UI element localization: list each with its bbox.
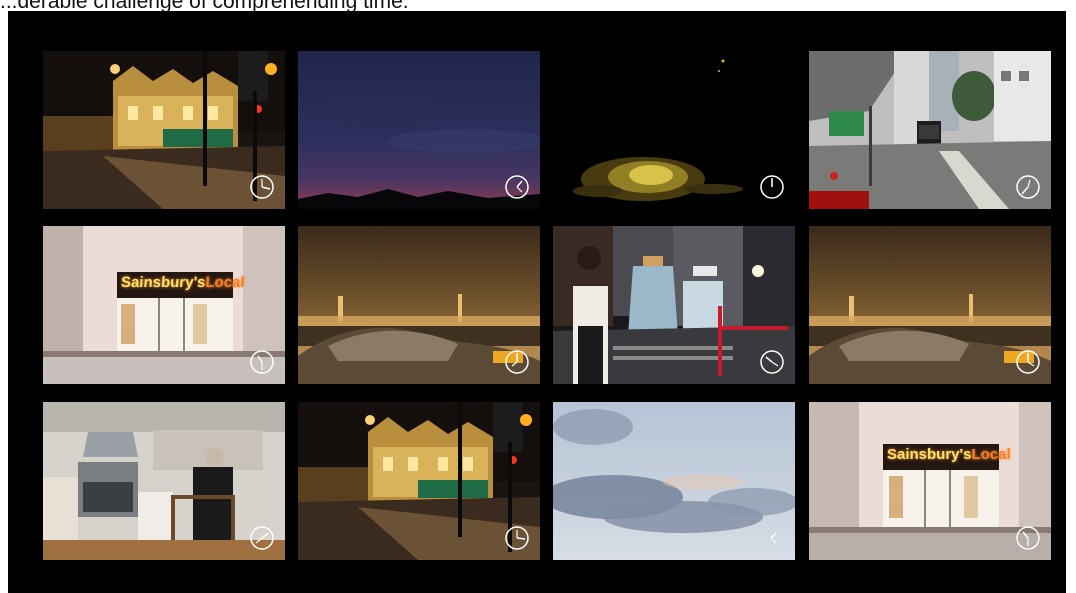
store-sign-brand: Sainsbury's [120, 274, 207, 291]
tile-night-street-pedestrian[interactable] [553, 226, 795, 384]
tile-night-street-pub[interactable] [298, 402, 540, 560]
clock-icon [759, 174, 785, 200]
tile-night-street-pub[interactable] [43, 51, 285, 209]
clock-icon [1015, 349, 1041, 375]
tile-sainsburys-local-storefront[interactable]: Sainsbury'sLocal [809, 402, 1051, 560]
tile-dusk-sky[interactable] [298, 51, 540, 209]
clock-icon [759, 349, 785, 375]
clock-icon [759, 525, 785, 551]
clock-icon [249, 349, 275, 375]
store-sign: Sainsbury'sLocal [887, 446, 1011, 463]
video-grid: Sainsbury'sLocal Sainsbury'sLocal [8, 11, 1066, 593]
store-sign: Sainsbury'sLocal [120, 274, 245, 291]
tile-harbour-skyline-night[interactable] [809, 226, 1051, 384]
clock-icon [504, 174, 530, 200]
tile-hong-kong-tram-street[interactable] [809, 51, 1051, 209]
tile-sainsburys-local-storefront[interactable]: Sainsbury'sLocal [43, 226, 285, 384]
clock-icon [249, 174, 275, 200]
clock-icon [249, 525, 275, 551]
tile-harbour-skyline-night[interactable] [298, 226, 540, 384]
clock-icon [504, 349, 530, 375]
clock-icon [1015, 174, 1041, 200]
store-sign-brand: Sainsbury's [887, 446, 972, 463]
store-sign-local: Local [971, 446, 1011, 463]
tile-cloudy-sky[interactable] [553, 402, 795, 560]
store-sign-local: Local [204, 274, 246, 291]
clock-icon [504, 525, 530, 551]
tile-kitchen-interior[interactable] [43, 402, 285, 560]
tile-city-lights-aerial-night[interactable] [553, 51, 795, 209]
clock-icon [1015, 525, 1041, 551]
